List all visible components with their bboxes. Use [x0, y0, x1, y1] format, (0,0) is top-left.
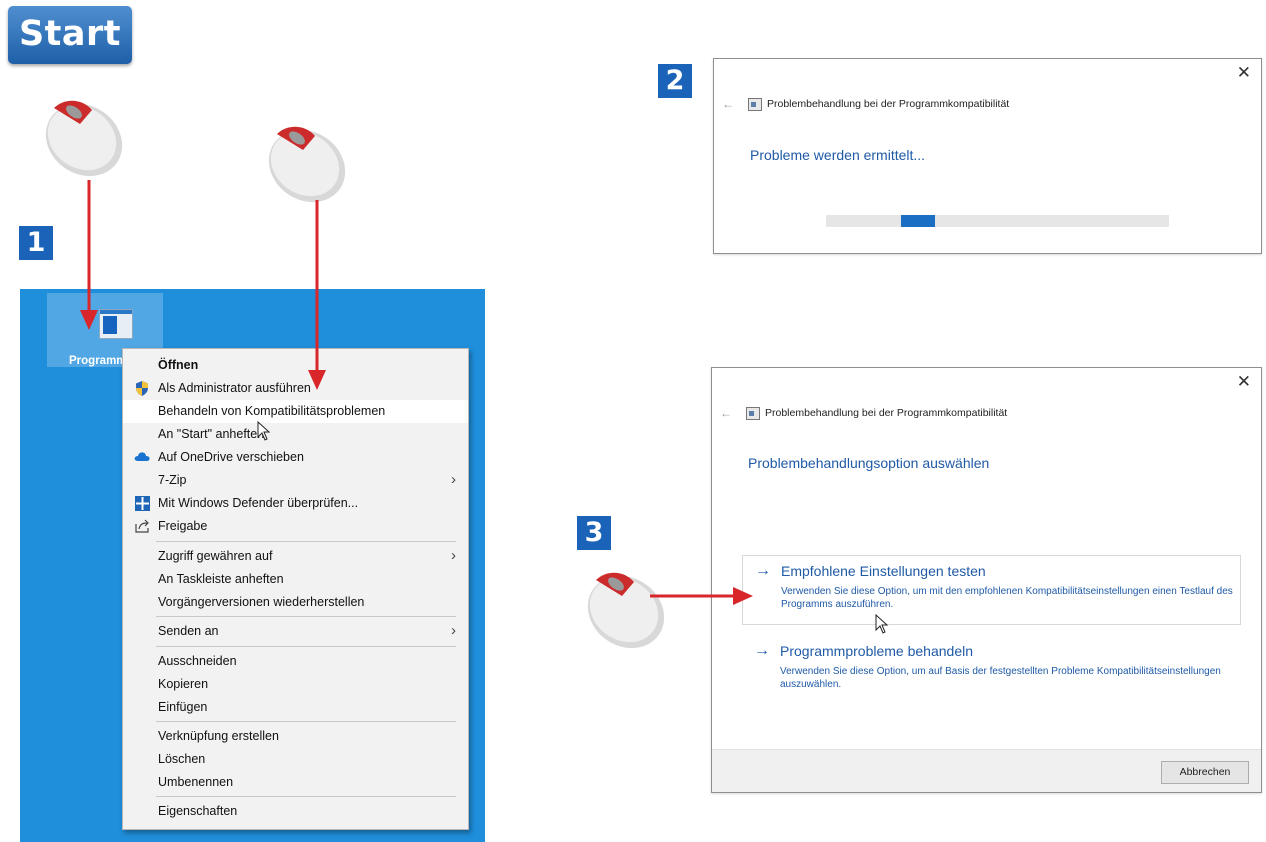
dialog-title: Problembehandlung bei der Programmkompat…: [765, 407, 1008, 419]
option-title: Empfohlene Einstellungen testen: [781, 563, 986, 579]
chevron-right-icon: ›: [451, 471, 456, 488]
step-3-badge: 3: [577, 516, 611, 550]
menu-item-paste[interactable]: Einfügen: [123, 696, 468, 719]
troubleshooter-app-icon: [748, 98, 762, 111]
cancel-button[interactable]: Abbrechen: [1161, 761, 1249, 784]
chevron-right-icon: ›: [451, 622, 456, 639]
chevron-right-icon: ›: [451, 547, 456, 564]
menu-item-defender[interactable]: Mit Windows Defender überprüfen...: [123, 492, 468, 515]
compat-troubleshooter-options-dialog: ✕ ← Problembehandlung bei der Programmko…: [711, 367, 1262, 793]
menu-item-onedrive[interactable]: Auf OneDrive verschieben: [123, 446, 468, 469]
back-arrow-icon[interactable]: ←: [722, 97, 734, 111]
menu-item-freigabe[interactable]: Freigabe: [123, 515, 468, 538]
mouse-click-icon: [587, 572, 665, 649]
menu-item-send-to[interactable]: Senden an ›: [123, 620, 468, 643]
menu-item-pin-taskbar[interactable]: An Taskleiste anheften: [123, 568, 468, 591]
menu-separator: [156, 721, 456, 722]
menu-separator: [156, 646, 456, 647]
step-2-badge: 2: [658, 64, 692, 98]
option-recommended-settings[interactable]: → Empfohlene Einstellungen testen Verwen…: [742, 555, 1241, 625]
arrow-right-icon: →: [754, 642, 770, 659]
menu-separator: [156, 616, 456, 617]
mouse-click-icon: [45, 100, 123, 177]
menu-separator: [156, 541, 456, 542]
menu-item-7zip[interactable]: 7-Zip ›: [123, 469, 468, 492]
dialog-heading: Problembehandlungsoption auswählen: [748, 455, 990, 471]
option-title: Programmprobleme behandeln: [780, 643, 973, 659]
dialog-title: Problembehandlung bei der Programmkompat…: [767, 98, 1010, 110]
mouse-right-click-icon: [268, 126, 346, 203]
progress-bar-fill: [901, 215, 935, 227]
menu-item-run-as-admin[interactable]: Als Administrator ausführen: [123, 377, 468, 400]
menu-item-copy[interactable]: Kopieren: [123, 673, 468, 696]
menu-item-oeffnen[interactable]: Öffnen: [123, 354, 468, 377]
option-description: Verwenden Sie diese Option, um auf Basis…: [780, 666, 1221, 690]
back-arrow-icon[interactable]: ←: [720, 406, 732, 420]
onedrive-cloud-icon: [134, 450, 150, 465]
option-troubleshoot-program[interactable]: → Programmprobleme behandeln Verwenden S…: [742, 636, 1239, 700]
compat-troubleshooter-progress-dialog: ✕ ← Problembehandlung bei der Programmko…: [713, 58, 1262, 254]
menu-item-pin-start[interactable]: An "Start" anheften: [123, 423, 468, 446]
context-menu: Öffnen Als Administrator ausführen Behan…: [122, 348, 469, 830]
exe-file-icon: [99, 309, 133, 339]
dialog-footer: Abbrechen: [712, 749, 1261, 792]
menu-item-delete[interactable]: Löschen: [123, 748, 468, 771]
windows-desktop: Programm.exe Öffnen Als Administrator au…: [20, 289, 485, 842]
troubleshooter-app-icon: [746, 407, 760, 420]
start-badge: Start: [8, 6, 132, 64]
menu-item-rename[interactable]: Umbenennen: [123, 771, 468, 794]
close-icon[interactable]: ✕: [1237, 372, 1251, 392]
menu-item-cut[interactable]: Ausschneiden: [123, 650, 468, 673]
uac-shield-icon: [134, 381, 150, 396]
menu-separator: [156, 796, 456, 797]
option-description: Verwenden Sie diese Option, um mit den e…: [781, 586, 1233, 610]
menu-item-create-shortcut[interactable]: Verknüpfung erstellen: [123, 725, 468, 748]
menu-item-compat-troubleshoot[interactable]: Behandeln von Kompatibilitätsproblemen: [123, 400, 468, 423]
arrow-right-icon: →: [755, 562, 771, 579]
menu-item-restore-versions[interactable]: Vorgängerversionen wiederherstellen: [123, 591, 468, 614]
defender-icon: [134, 496, 150, 511]
menu-item-properties[interactable]: Eigenschaften: [123, 800, 468, 823]
start-label: Start: [18, 14, 122, 54]
close-icon[interactable]: ✕: [1237, 63, 1251, 83]
progress-status-text: Probleme werden ermittelt...: [750, 147, 926, 163]
progress-bar: [826, 215, 1169, 227]
menu-item-grant-access[interactable]: Zugriff gewähren auf ›: [123, 545, 468, 568]
share-icon: [134, 519, 150, 534]
step-1-badge: 1: [19, 226, 53, 260]
